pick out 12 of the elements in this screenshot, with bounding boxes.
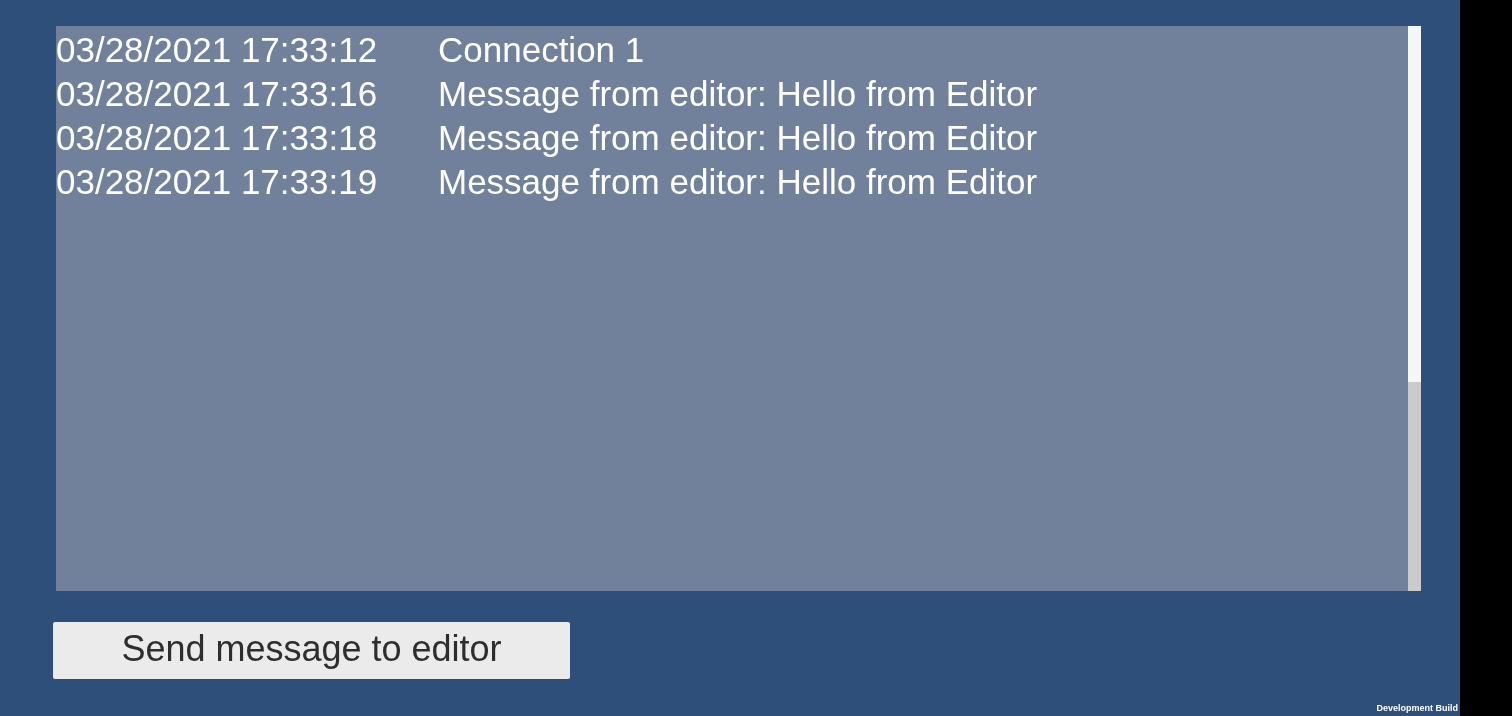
log-timestamp: 03/28/2021 17:33:18 [56,118,379,158]
send-message-button[interactable]: Send message to editor [53,622,570,679]
build-label: Development Build [1376,703,1458,713]
log-message: Message from editor: Hello from Editor [438,74,1038,114]
scrollbar-thumb[interactable] [1408,26,1421,382]
log-timestamp: 03/28/2021 17:33:16 [56,74,379,114]
scrollbar[interactable] [1408,26,1421,591]
log-timestamp: 03/28/2021 17:33:12 [56,30,379,70]
log-timestamp: 03/28/2021 17:33:19 [56,162,379,202]
log-message: Message from editor: Hello from Editor [438,118,1038,158]
log-message: Connection 1 [438,30,645,70]
log-message: Message from editor: Hello from Editor [438,162,1038,202]
